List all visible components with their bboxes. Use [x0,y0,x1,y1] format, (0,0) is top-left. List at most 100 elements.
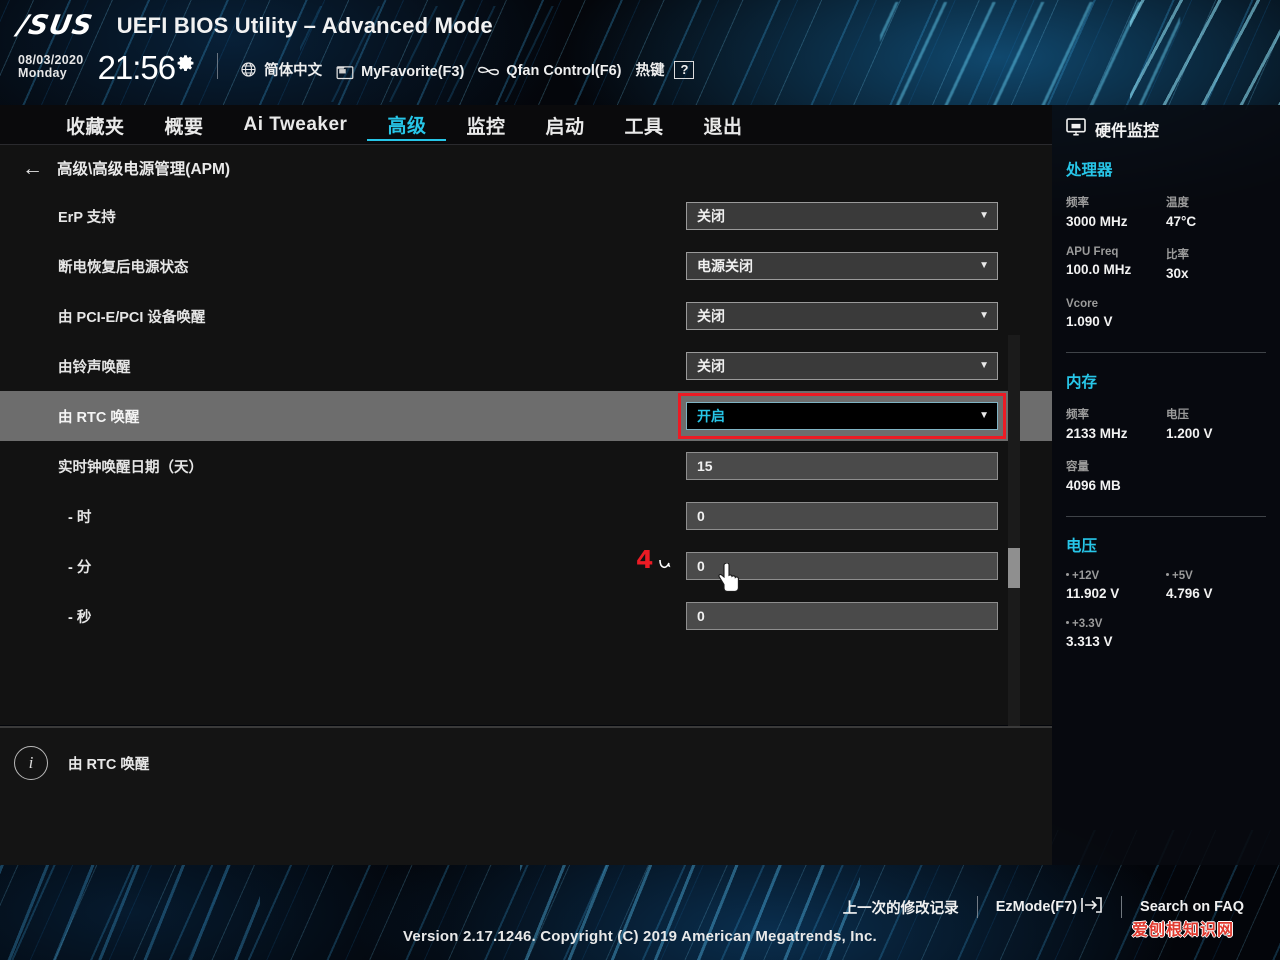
tab-2[interactable]: Ai Tweaker [224,112,368,138]
dropdown-select[interactable]: 关闭 ▼ [686,352,998,380]
tab-7[interactable]: 退出 [684,110,763,141]
control-value: 0 [697,508,705,524]
metric-label: 容量 [1066,461,1089,473]
control-value: 关闭 [697,208,725,224]
hotkey-label: 热键 [635,63,665,80]
system-clock: 21:56 [97,49,196,86]
setting-label: 由 PCI-E/PCI 设备唤醒 [58,309,206,326]
setting-control: 开启 ▼ [678,393,1006,439]
sidebar-divider [1066,352,1266,353]
setting-row[interactable]: 由铃声唤醒 关闭 ▼ [0,341,1052,391]
tab-0[interactable]: 收藏夹 [46,110,145,141]
metric-value: 3000 MHz [1066,214,1128,229]
tab-label: 概要 [164,116,204,138]
tab-6[interactable]: 工具 [605,110,684,141]
setting-row[interactable]: 断电恢复后电源状态 电源关闭 ▼ [0,241,1052,291]
myfavorite-button[interactable]: MyFavorite(F3) [336,64,464,83]
search-faq-button[interactable]: Search on FAQ [1122,899,1262,915]
bottom-divider-1 [976,896,978,918]
last-modified-label: 上一次的修改记录 [842,900,959,917]
language-button[interactable]: 简体中文 [240,59,322,83]
sidebar-row: +12V 11.902 V +5V 4.796 V [1066,570,1266,618]
number-input[interactable]: 0 [686,602,998,630]
curved-arrow-icon [658,557,676,573]
settings-panel: ← 高级\高级电源管理(APM) ErP 支持 关闭 ▼ 断电恢复后电源状态 电源关闭 ▼… [0,145,1052,787]
setting-control: 关闭 ▼ [686,202,998,230]
chevron-down-icon[interactable]: ▼ [979,211,989,221]
number-input[interactable]: 0 [686,502,998,530]
setting-control: 0 [686,502,998,530]
setting-label: 由铃声唤醒 [58,359,131,376]
header: /SUS UEFI BIOS Utility – Advanced Mode 0… [0,0,1280,105]
chevron-down-icon[interactable]: ▼ [979,261,989,271]
control-value: 0 [697,608,705,624]
scrollbar-thumb[interactable] [1008,548,1020,588]
metric-label-text: +3.3V [1072,618,1103,630]
setting-row[interactable]: 由 PCI-E/PCI 设备唤醒 关闭 ▼ [0,291,1052,341]
metric-value: 11.902 V [1066,586,1120,601]
ezmode-button[interactable]: EzMode(F7) [978,897,1121,917]
help-panel: i 由 RTC 唤醒 [0,728,1052,865]
sidebar-section-title: 内存 [1066,374,1098,391]
metric-value: 100.0 MHz [1066,262,1132,277]
bullet-icon [1066,621,1069,625]
metric-label: +3.3V [1066,618,1166,630]
bullet-icon [1166,573,1169,577]
setting-control: 0 [686,602,998,630]
sidebar-section-title: 处理器 [1066,162,1113,179]
chevron-down-icon[interactable]: ▼ [979,361,989,371]
header-divider [217,53,219,80]
sidebar-row: Vcore 1.090 V [1066,298,1266,346]
setting-row[interactable]: - 分 0 [0,541,1052,591]
bottom-divider-2 [1121,896,1123,918]
gear-icon[interactable] [176,54,195,78]
dropdown-select[interactable]: 电源关闭 ▼ [686,252,998,280]
control-value: 关闭 [697,308,725,324]
tab-label: 工具 [624,116,664,138]
chevron-down-icon[interactable]: ▼ [979,311,989,321]
tab-1[interactable]: 概要 [145,110,224,141]
metric-value: 30x [1166,266,1189,281]
tab-4[interactable]: 监控 [446,110,525,141]
metric-label: Vcore [1066,298,1098,310]
folder-icon [336,64,354,80]
watermark: 爱刨根知识网 [1132,922,1235,939]
metric-label-text: +12V [1072,570,1100,582]
setting-label: - 分 [68,559,92,576]
setting-row[interactable]: 实时钟唤醒日期（天） 15 [0,441,1052,491]
sidebar-metric: Vcore 1.090 V [1066,298,1166,346]
clock-time: 21:56 [97,49,177,86]
monitor-icon [1066,117,1086,141]
setting-label: 断电恢复后电源状态 [58,259,189,276]
sidebar-metric: 温度 47°C [1166,194,1266,246]
setting-row[interactable]: - 秒 0 [0,591,1052,641]
qfan-control-button[interactable]: Qfan Control(F6) [478,62,621,83]
tab-3[interactable]: 高级 [367,109,447,141]
setting-label: - 时 [68,509,92,526]
fan-icon [478,62,500,80]
tab-5[interactable]: 启动 [525,110,604,141]
setting-row[interactable]: 由 RTC 唤醒 开启 ▼ [0,391,1052,441]
number-input[interactable]: 15 [686,452,998,480]
arrow-left-icon[interactable]: ← [22,158,43,179]
setting-row[interactable]: ErP 支持 关闭 ▼ [0,191,1052,241]
metric-label: APU Freq [1066,246,1119,258]
info-icon: i [14,746,48,780]
dropdown-select[interactable]: 关闭 ▼ [686,302,998,330]
system-date: 08/03/2020 Monday [18,53,84,83]
setting-control: 关闭 ▼ [686,302,998,330]
sidebar-metric: 容量 4096 MB [1066,458,1166,510]
sidebar-row: APU Freq 100.0 MHz 比率 30x [1066,246,1266,298]
sidebar-title: 硬件监控 [1095,123,1160,140]
setting-row[interactable]: - 时 0 [0,491,1052,541]
metric-value: 4.796 V [1166,586,1213,601]
sidebar-metric: +12V 11.902 V [1066,570,1166,618]
dropdown-select[interactable]: 关闭 ▼ [686,202,998,230]
last-modified-button[interactable]: 上一次的修改记录 [825,897,977,918]
sidebar-metric: +5V 4.796 V [1166,570,1266,618]
hotkey-button[interactable]: 热键 ? [635,59,695,83]
metric-label: +12V [1066,570,1166,582]
annotation-step-number: 4 [636,545,654,574]
metric-value: 1.200 V [1166,426,1213,441]
metric-label: 温度 [1166,197,1189,209]
